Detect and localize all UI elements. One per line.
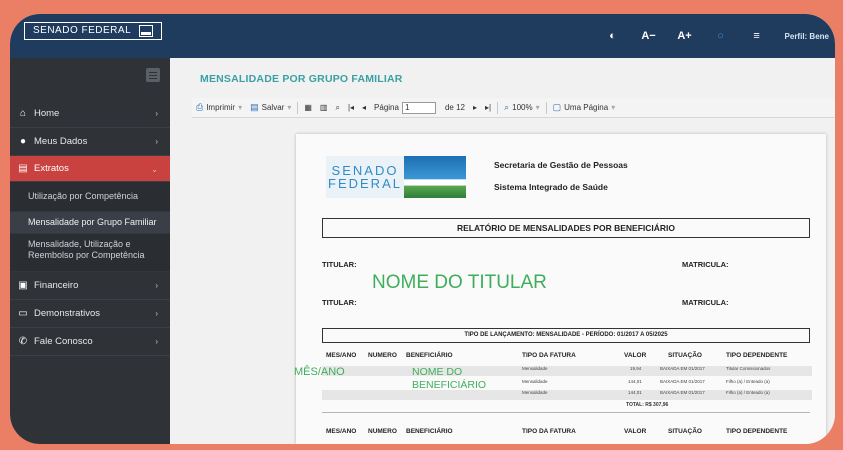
zoom-select[interactable]: ⌕ 100% ▾	[500, 102, 544, 113]
sidebar-item-fale-conosco[interactable]: ✆ Fale Conosco ›	[10, 328, 170, 356]
accessibility-tools: ◐ A− A+ ○ ≡ Perfil: Bene	[595, 14, 835, 58]
font-increase-button[interactable]: A+	[667, 30, 703, 42]
zoom-icon: ⌕	[504, 102, 510, 112]
sidebar-item-label: Fale Conosco	[34, 336, 93, 347]
chevron-down-icon: ⌄	[151, 165, 158, 174]
titular-label: TITULAR:	[322, 260, 357, 269]
sidebar-item-demonstrativos[interactable]: ▭ Demonstrativos ›	[10, 300, 170, 328]
money-icon: ▣	[18, 280, 28, 291]
first-page-icon[interactable]: |◂	[344, 103, 358, 112]
prev-page-icon[interactable]: ◂	[358, 103, 370, 112]
chevron-right-icon: ›	[155, 309, 158, 318]
perfil-label[interactable]: Perfil: Bene	[775, 32, 835, 41]
sidebar-item-label: Demonstrativos	[34, 308, 100, 319]
sidebar-item-extratos[interactable]: ▤ Extratos ⌄	[10, 156, 170, 182]
senado-federal-logo: SENADO FEDERAL	[326, 156, 466, 198]
printer-icon: ⎙	[196, 102, 204, 112]
page-title: MENSALIDADE POR GRUPO FAMILIAR	[200, 73, 403, 85]
find-icon[interactable]: ⌕	[331, 103, 343, 113]
matricula-label: MATRICULA:	[682, 298, 729, 307]
report-page: SENADO FEDERAL Secretaria de Gestão de P…	[294, 134, 826, 444]
sidebar: ⌂ Home › ● Meus Dados › ▤ Extratos ⌄ Uti…	[10, 58, 170, 444]
table-row: Mensalidade 144,01 BAIXADA EM 01/2017 Fi…	[522, 379, 770, 384]
system-name: Sistema Integrado de Saúde	[494, 182, 608, 192]
total-value: TOTAL: R$ 307,96	[626, 402, 669, 408]
app-window: SENADO FEDERAL ◐ A− A+ ○ ≡ Perfil: Bene …	[10, 14, 835, 444]
view-mode-select[interactable]: ▢ Uma Página ▾	[549, 102, 620, 113]
table-header: MES/ANO NUMERO BENEFICIÁRIO TIPO DA FATU…	[326, 428, 788, 435]
user-icon: ●	[19, 136, 27, 147]
main-content: MENSALIDADE POR GRUPO FAMILIAR ⎙ Imprimi…	[170, 58, 835, 444]
caret-down-icon: ▾	[611, 103, 616, 112]
top-bar: SENADO FEDERAL ◐ A− A+ ○ ≡ Perfil: Bene	[10, 14, 835, 58]
save-button[interactable]: ▤ Salvar ▾	[246, 102, 295, 113]
page-number-input[interactable]: 1	[401, 101, 436, 114]
table-row: Mensalidade 19,94 BAIXADA EM 01/2017 Tit…	[322, 366, 812, 376]
logo-text: SENADO FEDERAL	[33, 25, 132, 36]
divider	[322, 412, 810, 413]
report-title: RELATÓRIO DE MENSALIDADES POR BENEFICIÁR…	[322, 218, 810, 238]
sidebar-item-label: Financeiro	[34, 280, 79, 291]
hamburger-icon[interactable]	[146, 68, 160, 82]
caret-down-icon: ▾	[238, 103, 243, 112]
page-view-icon: ▢	[552, 102, 562, 112]
logo-artwork	[404, 156, 466, 198]
senado-mark-icon	[139, 25, 154, 37]
chevron-right-icon: ›	[155, 137, 158, 146]
report-toolbar: ⎙ Imprimir ▾ ▤ Salvar ▾ ▦ ▥ ⌕ |◂ ◂ Págin…	[192, 98, 835, 118]
print-button[interactable]: ⎙ Imprimir ▾	[192, 102, 246, 113]
home-icon: ⌂	[19, 108, 27, 119]
toolbar-separator	[497, 101, 499, 114]
toolbar-separator	[545, 101, 547, 114]
chevron-right-icon: ›	[155, 109, 158, 118]
print-icon: ▭	[18, 308, 28, 319]
save-icon: ▤	[250, 102, 259, 112]
sidebar-item-meus-dados[interactable]: ● Meus Dados ›	[10, 128, 170, 156]
phone-icon: ✆	[18, 336, 28, 347]
titular-label: TITULAR:	[322, 298, 357, 307]
last-page-icon[interactable]: ▸|	[481, 103, 495, 112]
table-row: Mensalidade 144,01 BAIXADA EM 01/2017 Fi…	[322, 390, 812, 400]
menu-icon[interactable]: ≡	[739, 30, 775, 42]
sidebar-item-label: Extratos	[34, 163, 69, 174]
font-decrease-button[interactable]: A−	[631, 30, 667, 42]
page-navigator: Página 1 de 12	[374, 101, 465, 114]
sidebar-menu: ⌂ Home › ● Meus Dados › ▤ Extratos ⌄ Uti…	[10, 100, 170, 356]
caret-down-icon: ▾	[287, 103, 292, 112]
mes-ano-overlay: MÊS/ANO	[294, 366, 345, 378]
beneficiario-overlay: NOME DO BENEFICIÁRIO	[412, 366, 487, 391]
sidebar-item-home[interactable]: ⌂ Home ›	[10, 100, 170, 128]
search-icon[interactable]: ○	[703, 30, 739, 42]
lancamento-header: TIPO DE LANÇAMENTO: MENSALIDADE - PERÍOD…	[322, 328, 810, 343]
senado-logo-header[interactable]: SENADO FEDERAL	[24, 22, 163, 40]
matricula-label: MATRICULA:	[682, 260, 729, 269]
submenu-item-mensalidade-utilizacao[interactable]: Mensalidade, Utilização e Reembolso por …	[10, 234, 170, 272]
paste-icon[interactable]: ▥	[316, 103, 332, 112]
caret-down-icon: ▾	[535, 103, 540, 112]
org-name: Secretaria de Gestão de Pessoas	[494, 160, 628, 170]
chevron-right-icon: ›	[155, 337, 158, 346]
submenu-item-utilizacao[interactable]: Utilização por Competência	[10, 182, 170, 212]
document-icon: ▤	[18, 163, 28, 174]
table-header: MES/ANO NUMERO BENEFICIÁRIO TIPO DA FATU…	[326, 352, 788, 359]
copy-icon[interactable]: ▦	[300, 103, 316, 112]
next-page-icon[interactable]: ▸	[469, 103, 481, 112]
extratos-submenu: Utilização por Competência Mensalidade p…	[10, 182, 170, 272]
contrast-icon[interactable]: ◐	[595, 30, 631, 42]
sidebar-item-label: Meus Dados	[34, 136, 88, 147]
sidebar-item-financeiro[interactable]: ▣ Financeiro ›	[10, 272, 170, 300]
sidebar-item-label: Home	[34, 108, 60, 119]
titular-name-overlay: NOME DO TITULAR	[372, 272, 547, 293]
submenu-item-mensalidade-grupo[interactable]: Mensalidade por Grupo Familiar	[10, 212, 170, 234]
chevron-right-icon: ›	[155, 281, 158, 290]
toolbar-separator	[297, 101, 299, 114]
